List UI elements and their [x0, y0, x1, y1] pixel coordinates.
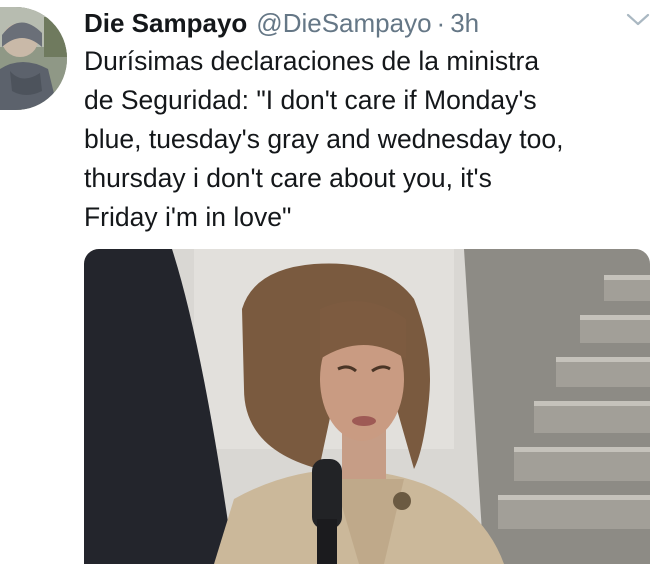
author-handle[interactable]: @DieSampayo	[256, 6, 431, 40]
separator-dot: ·	[436, 8, 446, 38]
avatar[interactable]	[0, 7, 67, 110]
avatar-image	[0, 7, 67, 110]
tweet-text: Durísimas declaraciones de la ministra d…	[84, 46, 564, 232]
tweet-header: Die Sampayo @DieSampayo · 3h	[84, 6, 479, 40]
chevron-down-icon	[626, 13, 650, 26]
photo-image	[84, 249, 650, 564]
author-display-name[interactable]: Die Sampayo	[84, 6, 247, 40]
tweet-timestamp[interactable]: 3h	[450, 6, 479, 40]
tweet-menu-button[interactable]	[626, 11, 650, 29]
tweet-media-photo[interactable]	[84, 249, 650, 564]
